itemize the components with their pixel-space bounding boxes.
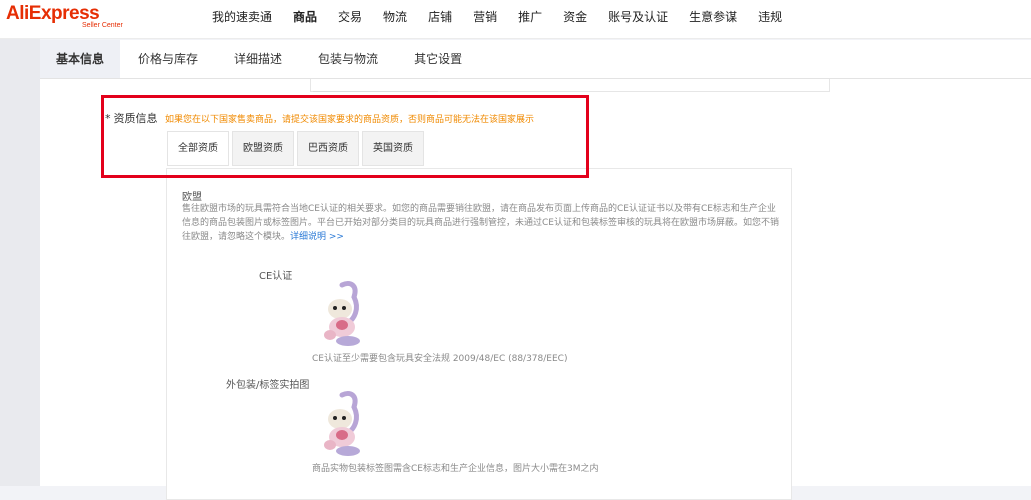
- subtab-uk[interactable]: 英国资质: [362, 131, 424, 166]
- top-header: AliExpress Seller Center 我的速卖通 商品 交易 物流 …: [0, 0, 1031, 39]
- subtab-brazil[interactable]: 巴西资质: [297, 131, 359, 166]
- ce-cert-label: CE认证: [259, 271, 293, 282]
- nav-logistics[interactable]: 物流: [383, 0, 407, 38]
- previous-field-box: [310, 79, 830, 92]
- nav-products[interactable]: 商品: [293, 0, 317, 38]
- eu-description-text: 售往欧盟市场的玩具需符合当地CE认证的相关要求。如您的商品需要销往欧盟，请在商品…: [182, 204, 779, 242]
- nav-marketing[interactable]: 营销: [473, 0, 497, 38]
- nav-store[interactable]: 店铺: [428, 0, 452, 38]
- nav-orders[interactable]: 交易: [338, 0, 362, 38]
- eu-qualification-panel: 欧盟 售往欧盟市场的玩具需符合当地CE认证的相关要求。如您的商品需要销往欧盟，请…: [166, 168, 792, 500]
- qualification-subtabs: 全部资质 欧盟资质 巴西资质 英国资质: [167, 131, 427, 166]
- left-sidebar-strip: [0, 39, 40, 486]
- eu-section-description: 售往欧盟市场的玩具需符合当地CE认证的相关要求。如您的商品需要销往欧盟，请在商品…: [182, 202, 782, 244]
- nav-my-aliexpress[interactable]: 我的速卖通: [212, 0, 272, 38]
- ce-cert-image-upload[interactable]: [320, 279, 372, 347]
- package-label-caption: 商品实物包装标签图需含CE标志和生产企业信息，图片大小需在3M之内: [312, 464, 599, 474]
- tab-description[interactable]: 详细描述: [216, 40, 300, 78]
- package-label-image-upload[interactable]: [320, 389, 372, 457]
- nav-business-advisor[interactable]: 生意参谋: [689, 0, 737, 38]
- product-edit-tabs: 基本信息 价格与库存 详细描述 包装与物流 其它设置: [40, 40, 1031, 79]
- eu-section-title: 欧盟: [182, 192, 202, 203]
- package-label-photo-label: 外包装/标签实拍图: [226, 380, 310, 391]
- form-content: * 资质信息 如果您在以下国家售卖商品，请提交该国家要求的商品资质，否则商品可能无…: [40, 79, 1031, 500]
- tab-other-settings[interactable]: 其它设置: [396, 40, 480, 78]
- previous-field-divider: [313, 91, 438, 92]
- ce-cert-caption: CE认证至少需要包含玩具安全法规 2009/48/EC (88/378/EEC): [312, 354, 568, 364]
- details-link[interactable]: 详细说明 >>: [290, 232, 344, 242]
- tab-price-stock[interactable]: 价格与库存: [120, 40, 216, 78]
- required-mark: *: [105, 112, 111, 125]
- main-nav: 我的速卖通 商品 交易 物流 店铺 营销 推广 资金 账号及认证 生意参谋 违规: [212, 0, 803, 38]
- qualification-label: * 资质信息: [105, 110, 158, 126]
- logo-subtitle: Seller Center: [82, 22, 123, 29]
- nav-promotion[interactable]: 推广: [518, 0, 542, 38]
- qualification-label-text: 资质信息: [113, 112, 158, 125]
- subtab-all[interactable]: 全部资质: [167, 131, 229, 166]
- subtab-eu[interactable]: 欧盟资质: [232, 131, 294, 166]
- tab-packaging-logistics[interactable]: 包装与物流: [300, 40, 396, 78]
- tab-basic-info[interactable]: 基本信息: [40, 40, 121, 78]
- nav-account[interactable]: 账号及认证: [608, 0, 668, 38]
- nav-funds[interactable]: 资金: [563, 0, 587, 38]
- qualification-hint: 如果您在以下国家售卖商品，请提交该国家要求的商品资质，否则商品可能无法在该国家展…: [165, 115, 535, 125]
- nav-violations[interactable]: 违规: [758, 0, 782, 38]
- aliexpress-logo[interactable]: AliExpress Seller Center: [6, 3, 123, 29]
